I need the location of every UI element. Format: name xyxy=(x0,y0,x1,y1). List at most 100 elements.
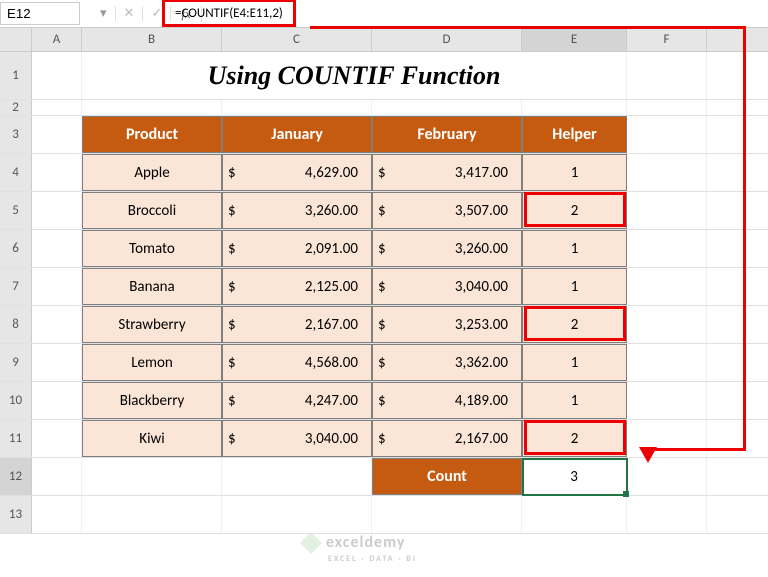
january-cell[interactable]: $3,260.00 xyxy=(222,192,372,229)
title-cell[interactable]: Using COUNTIF Function xyxy=(82,52,627,99)
product-cell[interactable]: Tomato xyxy=(82,230,222,267)
col-header-b[interactable]: B xyxy=(82,28,222,51)
cell[interactable] xyxy=(32,420,82,457)
row-header[interactable]: 11 xyxy=(0,420,32,457)
cell[interactable] xyxy=(627,230,707,267)
row-header-2[interactable]: 2 xyxy=(0,100,32,115)
cell[interactable] xyxy=(82,100,222,115)
count-label-cell[interactable]: Count xyxy=(372,458,522,495)
january-cell[interactable]: $3,040.00 xyxy=(222,420,372,457)
january-cell[interactable]: $4,247.00 xyxy=(222,382,372,419)
name-box[interactable] xyxy=(0,2,80,25)
cell[interactable] xyxy=(372,100,522,115)
cell[interactable] xyxy=(627,306,707,343)
product-cell[interactable]: Kiwi xyxy=(82,420,222,457)
col-header-c[interactable]: C xyxy=(222,28,372,51)
header-product[interactable]: Product xyxy=(82,116,222,153)
helper-cell[interactable]: 2 xyxy=(522,306,627,343)
cell[interactable] xyxy=(627,52,707,99)
product-cell[interactable]: Blackberry xyxy=(82,382,222,419)
cell[interactable] xyxy=(627,154,707,191)
february-cell[interactable]: $3,362.00 xyxy=(372,344,522,381)
row-header-13[interactable]: 13 xyxy=(0,496,32,533)
helper-cell[interactable]: 2 xyxy=(522,420,627,457)
helper-cell[interactable]: 1 xyxy=(522,230,627,267)
row-header[interactable]: 9 xyxy=(0,344,32,381)
cell[interactable] xyxy=(627,116,707,153)
select-all-corner[interactable] xyxy=(0,28,32,51)
cell[interactable] xyxy=(627,268,707,305)
february-cell[interactable]: $3,253.00 xyxy=(372,306,522,343)
cell[interactable] xyxy=(222,100,372,115)
cell[interactable] xyxy=(627,382,707,419)
cancel-icon[interactable]: ✕ xyxy=(116,6,144,21)
february-cell[interactable]: $3,417.00 xyxy=(372,154,522,191)
row-header-1[interactable]: 1 xyxy=(0,52,32,99)
watermark-brand: exceldemy xyxy=(326,533,405,552)
cell[interactable] xyxy=(522,100,627,115)
logo-icon xyxy=(300,532,322,554)
january-cell[interactable]: $4,568.00 xyxy=(222,344,372,381)
cell[interactable] xyxy=(32,458,82,495)
cell[interactable] xyxy=(222,496,372,533)
row-header[interactable]: 7 xyxy=(0,268,32,305)
cell[interactable] xyxy=(32,52,82,99)
product-cell[interactable]: Banana xyxy=(82,268,222,305)
row-header[interactable]: 10 xyxy=(0,382,32,419)
cell[interactable] xyxy=(32,382,82,419)
col-header-e[interactable]: E xyxy=(522,28,627,51)
helper-cell[interactable]: 1 xyxy=(522,382,627,419)
cell[interactable] xyxy=(32,306,82,343)
cell[interactable] xyxy=(522,496,627,533)
product-cell[interactable]: Lemon xyxy=(82,344,222,381)
col-header-a[interactable]: A xyxy=(32,28,82,51)
cell[interactable] xyxy=(32,344,82,381)
col-header-f[interactable]: F xyxy=(627,28,707,51)
col-header-d[interactable]: D xyxy=(372,28,522,51)
february-cell[interactable]: $3,507.00 xyxy=(372,192,522,229)
row-header-3[interactable]: 3 xyxy=(0,116,32,153)
cell[interactable] xyxy=(32,230,82,267)
row-header[interactable]: 6 xyxy=(0,230,32,267)
february-cell[interactable]: $3,040.00 xyxy=(372,268,522,305)
row-header[interactable]: 8 xyxy=(0,306,32,343)
helper-cell[interactable]: 2 xyxy=(522,192,627,229)
february-cell[interactable]: $2,167.00 xyxy=(372,420,522,457)
cell[interactable] xyxy=(627,192,707,229)
cell[interactable] xyxy=(627,496,707,533)
cell[interactable] xyxy=(627,100,707,115)
cell[interactable] xyxy=(32,268,82,305)
january-cell[interactable]: $2,125.00 xyxy=(222,268,372,305)
product-cell[interactable]: Broccoli xyxy=(82,192,222,229)
helper-cell[interactable]: 1 xyxy=(522,344,627,381)
product-cell[interactable]: Strawberry xyxy=(82,306,222,343)
january-cell[interactable]: $2,167.00 xyxy=(222,306,372,343)
january-cell[interactable]: $2,091.00 xyxy=(222,230,372,267)
row-header[interactable]: 4 xyxy=(0,154,32,191)
header-january[interactable]: January xyxy=(222,116,372,153)
cell[interactable] xyxy=(32,100,82,115)
formula-highlight: =COUNTIF(E4:E11,2) xyxy=(162,0,296,27)
january-cell[interactable]: $4,629.00 xyxy=(222,154,372,191)
february-cell[interactable]: $4,189.00 xyxy=(372,382,522,419)
cell[interactable] xyxy=(32,116,82,153)
cell[interactable] xyxy=(82,496,222,533)
header-helper[interactable]: Helper xyxy=(522,116,627,153)
helper-cell[interactable]: 1 xyxy=(522,268,627,305)
february-cell[interactable]: $3,260.00 xyxy=(372,230,522,267)
cell[interactable] xyxy=(82,458,222,495)
helper-cell[interactable]: 1 xyxy=(522,154,627,191)
dropdown-icon[interactable]: ▾ xyxy=(92,6,116,21)
cell[interactable] xyxy=(32,154,82,191)
cell[interactable] xyxy=(627,458,707,495)
header-february[interactable]: February xyxy=(372,116,522,153)
row-header-12[interactable]: 12 xyxy=(0,458,32,495)
cell[interactable] xyxy=(372,496,522,533)
cell[interactable] xyxy=(32,192,82,229)
count-value-cell[interactable]: 3 xyxy=(522,458,627,495)
cell[interactable] xyxy=(32,496,82,533)
product-cell[interactable]: Apple xyxy=(82,154,222,191)
row-header[interactable]: 5 xyxy=(0,192,32,229)
cell[interactable] xyxy=(627,344,707,381)
cell[interactable] xyxy=(222,458,372,495)
